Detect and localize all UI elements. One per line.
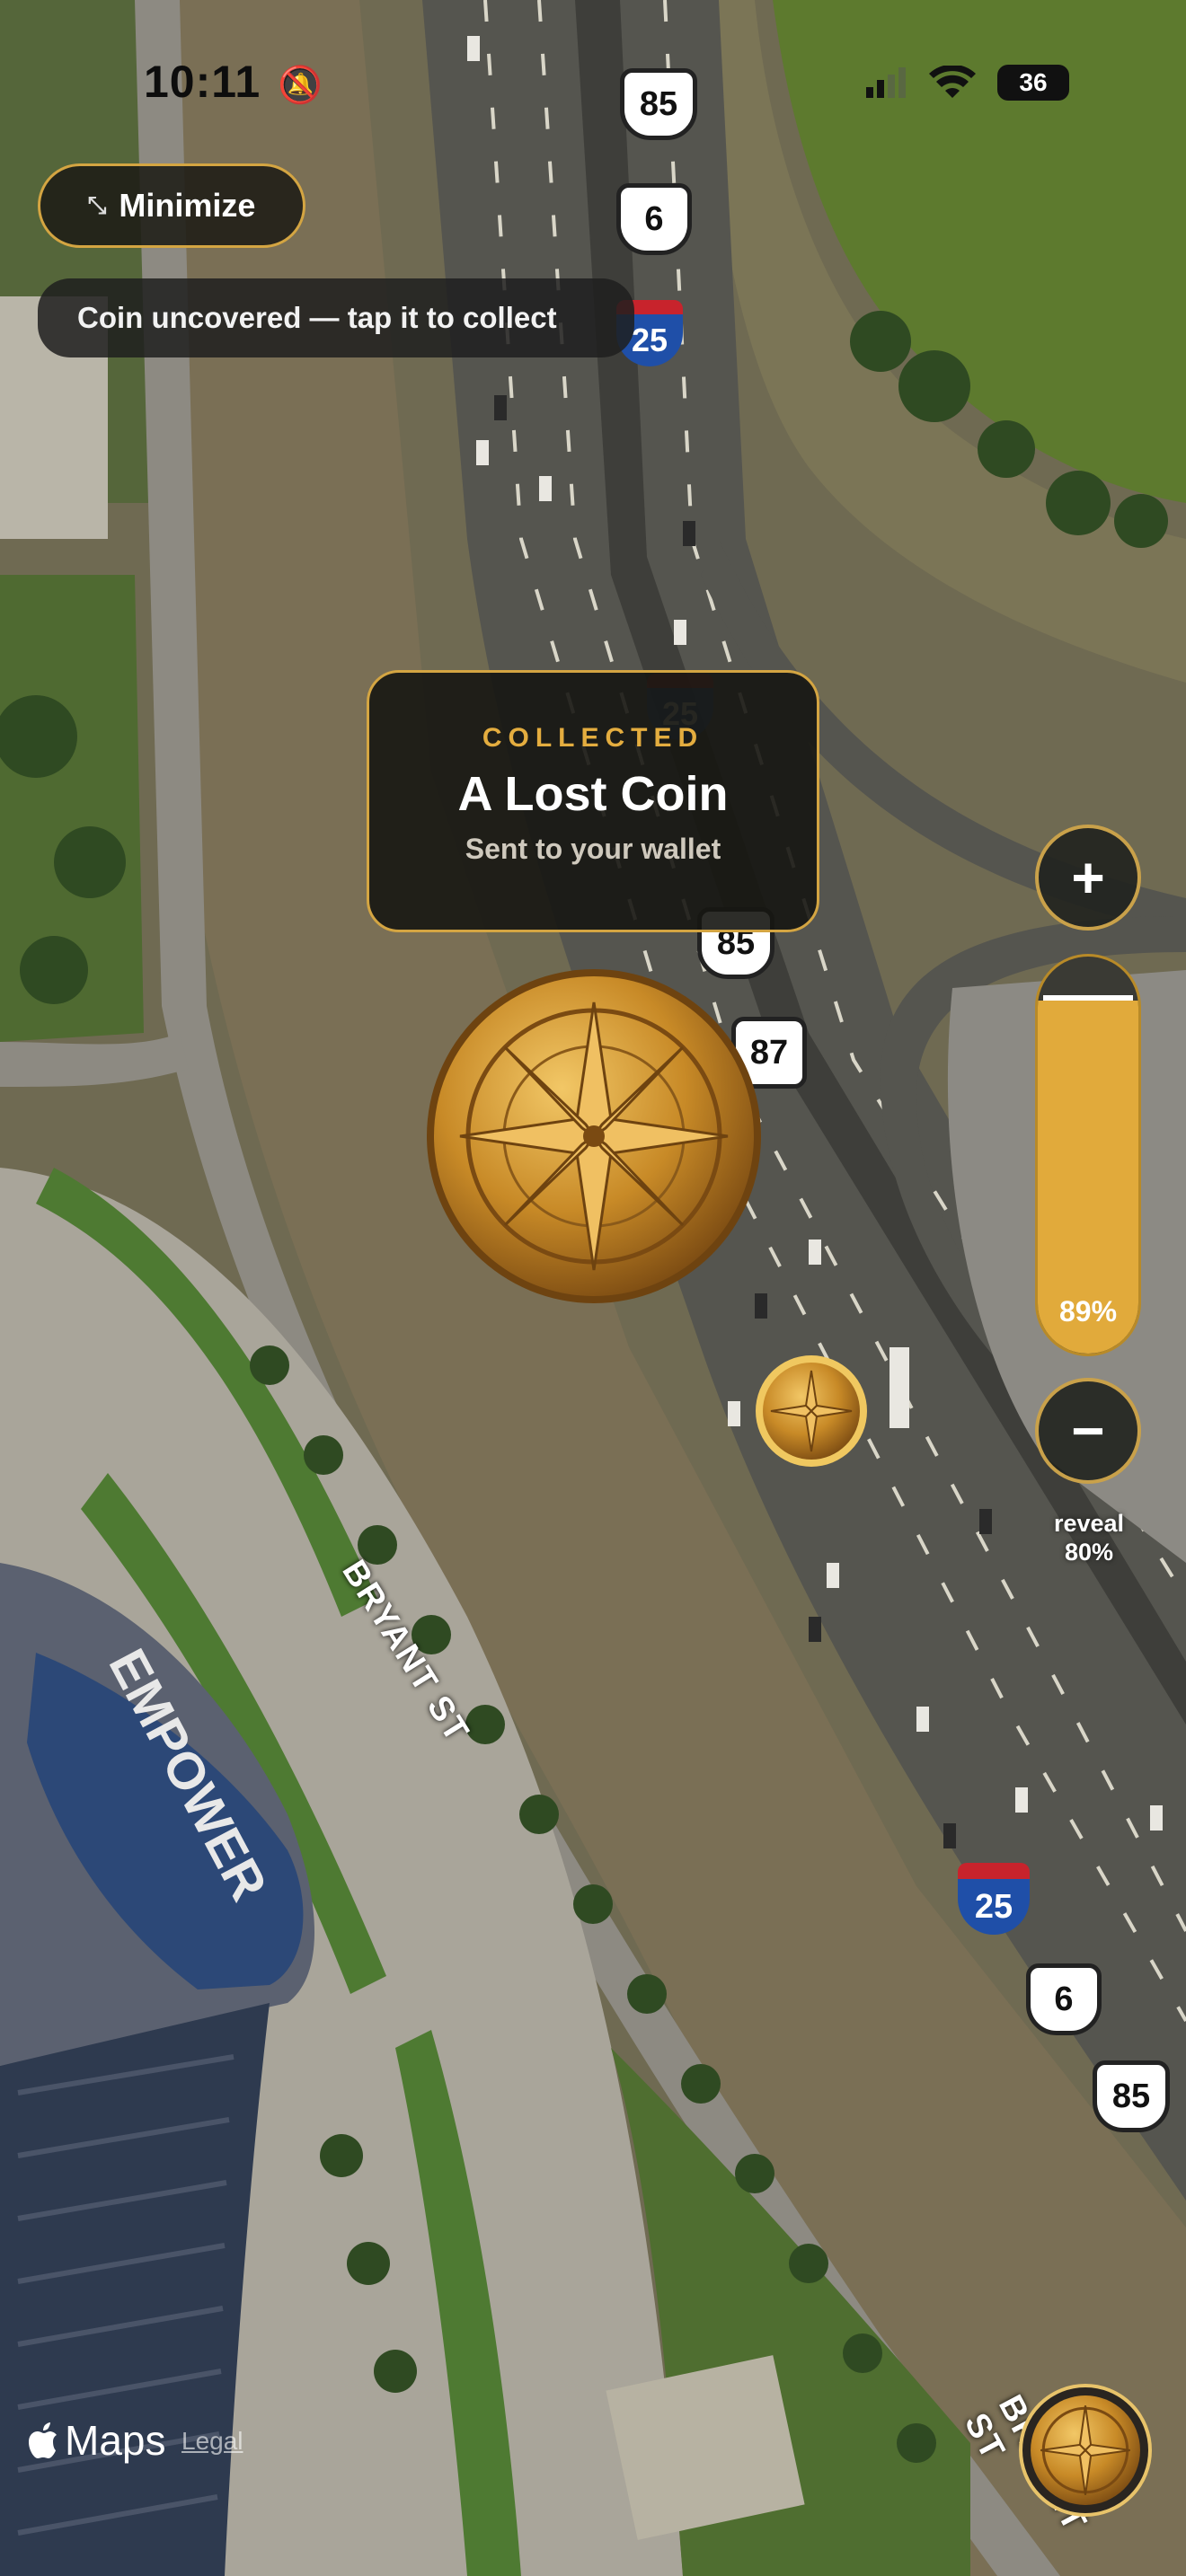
reveal-caption-line1: reveal xyxy=(1053,1510,1125,1537)
reveal-threshold-caption: reveal 80% xyxy=(1033,1509,1145,1566)
zoom-out-button[interactable]: − xyxy=(1035,1378,1141,1484)
us-route-shield-icon: 6 xyxy=(1026,1963,1102,2035)
us-route-shield-icon: 6 xyxy=(616,183,692,255)
interstate-shield-icon: 25 xyxy=(958,1863,1030,1935)
compass-coin-icon xyxy=(427,969,761,1303)
toast-eyebrow: COLLECTED xyxy=(482,723,704,753)
zoom-in-button[interactable]: + xyxy=(1035,825,1141,931)
apple-logo-icon xyxy=(29,2422,57,2458)
minimize-button[interactable]: ⤡ Minimize xyxy=(38,163,305,248)
wallet-coin-button[interactable] xyxy=(1019,2384,1152,2517)
us-route-shield-icon: 85 xyxy=(1093,2060,1170,2132)
toast-subtitle: Sent to your wallet xyxy=(465,833,721,865)
map-coin[interactable] xyxy=(755,1354,868,1468)
battery-level: 36 xyxy=(1019,68,1048,96)
reveal-percent-label: 89% xyxy=(1058,1295,1118,1328)
battery-icon: 36 xyxy=(997,65,1069,101)
banner-text: Coin uncovered — tap it to collect xyxy=(77,301,557,334)
minimize-arrows-icon: ⤡ xyxy=(87,191,107,218)
reveal-threshold-line xyxy=(1043,994,1133,1001)
collected-coin[interactable] xyxy=(424,966,764,1306)
reveal-caption-line2: 80% xyxy=(1064,1539,1114,1566)
compass-coin-icon xyxy=(1031,2395,1140,2505)
silent-mode-bell-icon: 🔕 xyxy=(278,66,323,105)
wifi-icon xyxy=(929,66,976,98)
cellular-signal-icon xyxy=(866,67,906,98)
apple-maps-logo: Maps xyxy=(27,2416,165,2465)
us-route-shield-icon: 85 xyxy=(620,68,697,140)
status-icons: 36 xyxy=(866,65,1069,101)
toast-title: A Lost Coin xyxy=(457,767,729,821)
compass-coin-icon xyxy=(756,1355,867,1467)
coin-hint-banner: Coin uncovered — tap it to collect xyxy=(38,278,634,357)
legal-link[interactable]: Legal xyxy=(181,2427,243,2456)
plus-icon: + xyxy=(1071,845,1105,910)
minimize-label: Minimize xyxy=(119,187,256,224)
status-time: 10:11 🔕 xyxy=(144,57,323,107)
collected-toast: COLLECTED A Lost Coin Sent to your walle… xyxy=(367,670,819,932)
maps-brand-text: Maps xyxy=(65,2417,166,2464)
reveal-meter[interactable]: 89% xyxy=(1035,954,1141,1356)
minus-icon: − xyxy=(1071,1398,1105,1463)
